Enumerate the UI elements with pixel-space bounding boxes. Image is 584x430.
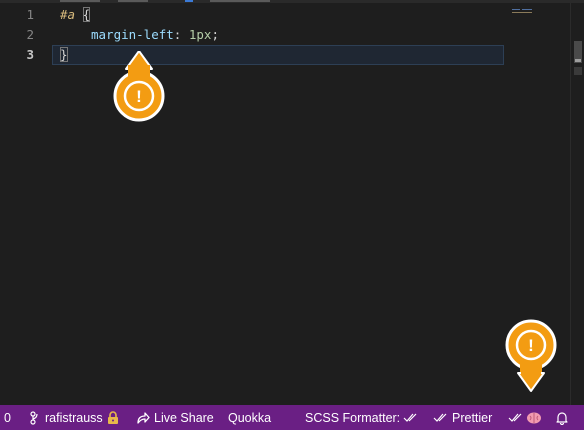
css-selector: #a <box>60 7 76 22</box>
code-line-2[interactable]: margin-left: 1px; <box>91 25 219 45</box>
vertical-scrollbar[interactable] <box>570 3 584 405</box>
quokka-button[interactable]: Quokka <box>228 405 271 430</box>
prettier-button[interactable]: Prettier <box>433 405 492 430</box>
line-number-active: 3 <box>26 47 34 62</box>
css-value: 1px <box>181 27 212 42</box>
live-share-button[interactable]: Live Share <box>136 405 214 430</box>
code-line-1[interactable]: #a { <box>60 5 91 25</box>
lock-icon <box>106 410 120 425</box>
scss-formatter-button[interactable]: SCSS Formatter: <box>305 405 419 430</box>
double-check-icon <box>403 412 419 424</box>
scrollbar-cursor-mark <box>575 59 581 62</box>
git-branch-icon <box>30 410 40 425</box>
double-check-icon <box>508 412 524 424</box>
minimap[interactable] <box>510 5 570 25</box>
css-property: margin-left <box>91 27 174 42</box>
warning-marker-symbol: ! <box>528 336 534 355</box>
warning-marker-symbol: ! <box>136 87 142 106</box>
warning-marker-icon: ! <box>110 51 168 141</box>
live-share-icon <box>136 411 150 425</box>
line-number: 2 <box>26 27 34 42</box>
code-line-3[interactable]: } <box>60 45 68 65</box>
warning-marker-icon: ! <box>502 315 560 405</box>
line-number-gutter: 1 2 3 <box>0 3 46 405</box>
quokka-label: Quokka <box>228 410 272 425</box>
double-check-icon <box>433 412 449 424</box>
status-bar: 0 rafistrauss Live Share Quokka SCSS For… <box>0 405 584 430</box>
open-brace: { <box>82 7 91 22</box>
semicolon: ; <box>211 27 219 42</box>
problems-count[interactable]: 0 <box>4 405 11 430</box>
extension-status[interactable] <box>508 405 542 430</box>
live-share-label: Live Share <box>154 410 214 425</box>
account-name: rafistrauss <box>45 410 103 425</box>
prettier-label: Prettier <box>452 410 493 425</box>
errors-count-label: 0 <box>4 410 11 425</box>
scss-formatter-label: SCSS Formatter: <box>305 410 401 425</box>
brain-icon <box>526 411 542 425</box>
bell-icon <box>555 411 569 425</box>
line-number: 1 <box>26 7 34 22</box>
notifications-button[interactable] <box>555 405 569 430</box>
close-brace: } <box>60 47 68 62</box>
account-item[interactable]: rafistrauss <box>30 405 120 430</box>
scrollbar-overview-mark <box>574 67 582 75</box>
code-editor[interactable]: 1 2 3 #a { margin-left: 1px; } ! ! <box>0 3 584 405</box>
